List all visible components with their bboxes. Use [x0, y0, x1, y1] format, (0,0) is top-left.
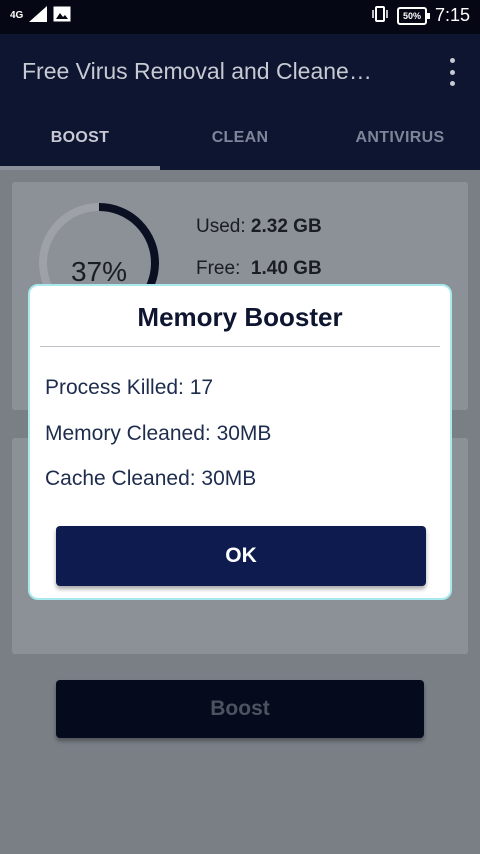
used-value: 2.32 GB: [250, 216, 322, 237]
more-vert-icon[interactable]: [448, 58, 456, 86]
tab-clean[interactable]: CLEAN: [160, 118, 320, 170]
tab-bar: BOOST CLEAN ANTIVIRUS: [0, 118, 480, 170]
memory-free: Free: 1.40 GB: [196, 258, 322, 280]
free-value: 1.40 GB: [250, 258, 322, 279]
status-bar: 4G 50% 7:15: [0, 0, 480, 34]
memory-cleaned-text: Memory Cleaned: 30MB: [45, 422, 272, 445]
process-killed-text: Process Killed: 17: [45, 376, 214, 399]
app-bar: Free Virus Removal and Cleane… BOOST CLE…: [0, 34, 480, 170]
boost-button[interactable]: Boost: [56, 680, 424, 738]
app-title: Free Virus Removal and Cleane…: [22, 58, 372, 84]
signal-bars-icon: [29, 6, 48, 25]
memory-used: Used: 2.32 GB: [196, 216, 322, 238]
used-label: Used:: [196, 216, 246, 237]
free-label: Free:: [196, 258, 241, 279]
dialog-divider: [40, 346, 440, 347]
network-type-label: 4G: [10, 9, 24, 21]
vibrate-icon: [371, 5, 389, 26]
clock: 7:15: [434, 5, 470, 25]
tab-antivirus[interactable]: ANTIVIRUS: [320, 118, 480, 170]
tab-boost[interactable]: BOOST: [0, 118, 160, 170]
gallery-notification-icon: [53, 6, 71, 25]
cache-cleaned-text: Cache Cleaned: 30MB: [45, 467, 257, 490]
battery-icon: 50%: [396, 6, 430, 25]
ok-button[interactable]: OK: [56, 526, 426, 586]
memory-booster-dialog: Memory Booster Process Killed: 17 Memory…: [28, 284, 452, 600]
dialog-title: Memory Booster: [137, 302, 343, 332]
